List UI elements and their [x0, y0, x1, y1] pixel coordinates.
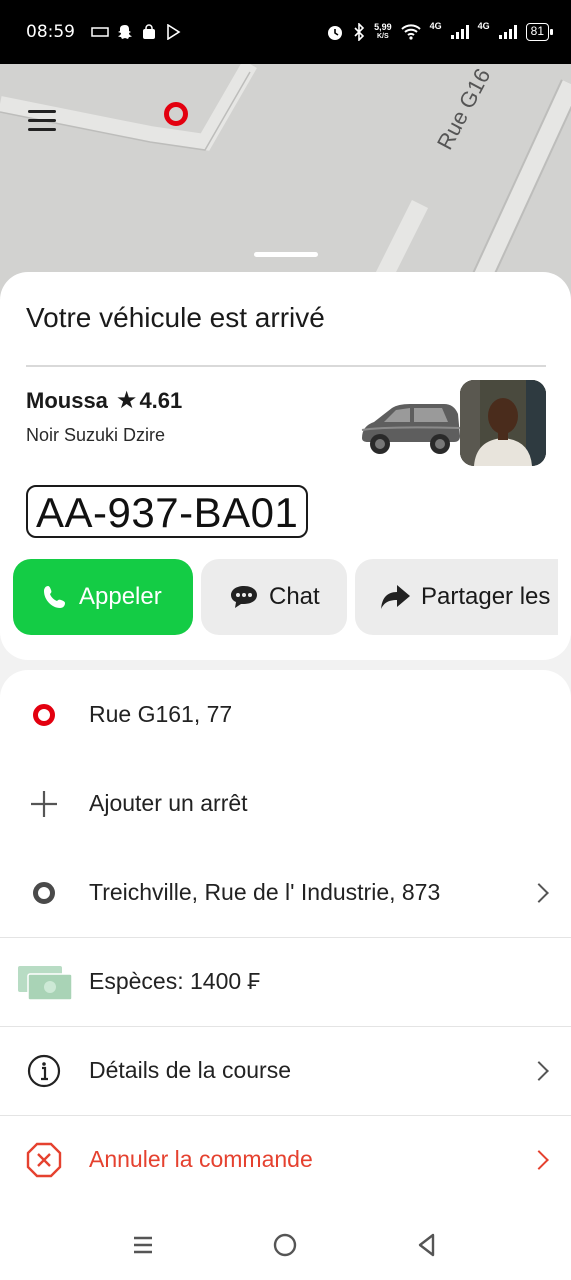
destination-marker-icon — [26, 875, 62, 911]
lock-notification-icon — [143, 24, 155, 39]
map-view[interactable]: Rue G16 — [0, 64, 571, 304]
map-roads — [0, 64, 571, 304]
share-arrow-icon — [381, 585, 410, 609]
call-button[interactable]: Appeler — [13, 559, 193, 635]
destination-address: Treichville, Rue de l' Industrie, 873 — [89, 879, 441, 905]
signal-icon-2 — [498, 25, 517, 39]
signal-icon-1 — [450, 25, 469, 39]
network-type-1: 4G — [429, 21, 442, 31]
net-speed-unit: K/S — [377, 33, 389, 40]
car-icon — [361, 404, 461, 454]
cancel-icon — [26, 1142, 62, 1178]
chat-icon — [231, 586, 257, 608]
share-label: Partager les — [421, 583, 551, 610]
bluetooth-icon — [354, 23, 365, 41]
status-bar: 08:59 5,99 K/S 4G 4G 81 — [0, 0, 571, 64]
plus-icon — [26, 786, 62, 822]
payment-row[interactable]: Espèces: 1400 ₣ — [0, 937, 571, 1026]
cash-icon — [16, 964, 74, 1001]
pickup-marker-icon — [26, 697, 62, 733]
destination-row[interactable]: Treichville, Rue de l' Industrie, 873 — [0, 848, 571, 937]
pickup-pin-icon — [164, 102, 188, 126]
share-button[interactable]: Partager les — [355, 559, 558, 635]
battery-indicator: 81 — [525, 23, 554, 41]
add-stop-row[interactable]: Ajouter un arrêt — [0, 759, 571, 848]
action-buttons: Appeler Chat Partager les — [13, 559, 558, 635]
car-description: Noir Suzuki Dzire — [26, 425, 166, 445]
cancel-order-row[interactable]: Annuler la commande — [0, 1115, 571, 1204]
status-time: 08:59 — [26, 22, 75, 42]
star-icon: ★ — [115, 387, 138, 414]
back-icon[interactable] — [412, 1230, 442, 1260]
system-nav-bar — [0, 1210, 571, 1280]
sheet-grab-handle[interactable] — [254, 252, 318, 257]
snapchat-icon — [118, 25, 132, 39]
alarm-icon — [328, 26, 343, 40]
chevron-right-icon — [529, 1149, 549, 1170]
ride-status-title: Votre véhicule est arrivé — [26, 302, 325, 333]
menu-button[interactable] — [28, 110, 56, 134]
pickup-row[interactable]: Rue G161, 77 — [0, 670, 571, 759]
driver-rating: 4.61 — [139, 388, 183, 413]
chat-label: Chat — [269, 583, 320, 610]
home-icon[interactable] — [270, 1230, 300, 1260]
ride-card: Votre véhicule est arrivé Moussa ★ 4.61 … — [0, 272, 571, 660]
notification-icons — [91, 24, 181, 40]
wifi-icon — [400, 24, 421, 40]
info-icon — [26, 1053, 62, 1089]
status-right: 5,99 K/S 4G 4G 81 — [326, 21, 554, 41]
chevron-right-icon — [529, 882, 549, 903]
cancel-order-label: Annuler la commande — [89, 1146, 313, 1172]
chevron-right-icon — [529, 1060, 549, 1081]
trip-details-label: Détails de la course — [89, 1057, 291, 1083]
title-divider — [26, 365, 546, 367]
add-stop-label: Ajouter un arrêt — [89, 790, 248, 816]
payment-label: Espèces: 1400 ₣ — [89, 968, 261, 994]
driver-info: Moussa ★ 4.61 — [26, 388, 182, 414]
route-card: Rue G161, 77 Ajouter un arrêt Treichvill… — [0, 670, 571, 1210]
license-plate: AA-937-BA01 — [26, 485, 309, 538]
driver-name: Moussa — [26, 388, 108, 413]
pickup-address: Rue G161, 77 — [89, 701, 233, 727]
trip-details-row[interactable]: Détails de la course — [0, 1026, 571, 1115]
network-type-2: 4G — [477, 21, 490, 31]
chat-button[interactable]: Chat — [201, 559, 347, 635]
recent-apps-icon[interactable] — [128, 1230, 158, 1260]
call-label: Appeler — [79, 583, 162, 610]
net-speed-value: 5,99 — [374, 22, 392, 32]
phone-icon — [44, 586, 65, 608]
play-store-icon — [167, 24, 181, 40]
driver-avatar — [460, 380, 546, 466]
net-speed: 5,99 K/S — [374, 23, 392, 41]
app-notification-icon — [91, 27, 109, 37]
